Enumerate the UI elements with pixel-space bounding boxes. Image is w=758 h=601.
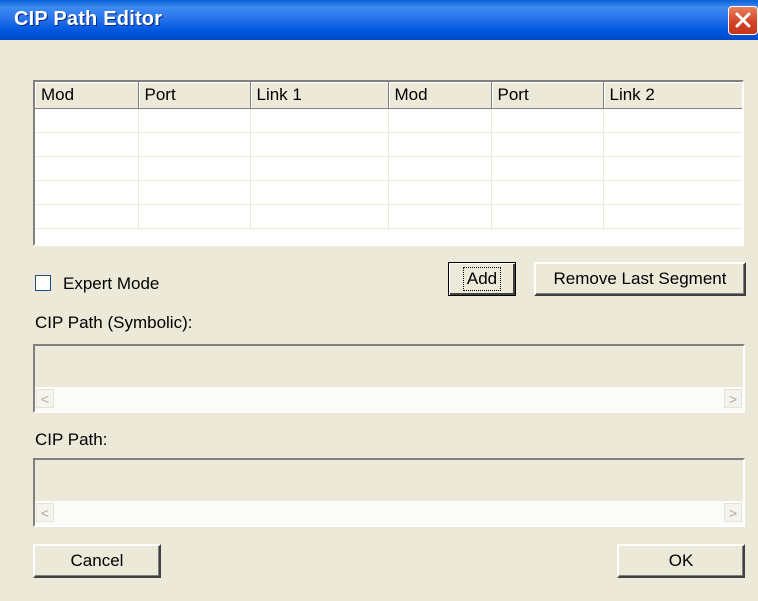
grid-cell[interactable] <box>491 156 604 181</box>
table-row[interactable] <box>35 204 742 229</box>
table-row[interactable] <box>35 108 742 133</box>
grid-cell[interactable] <box>250 156 389 181</box>
grid-cell[interactable] <box>388 180 492 205</box>
cancel-button-label: Cancel <box>70 551 124 570</box>
grid-cell[interactable] <box>491 132 604 157</box>
title-bar[interactable]: CIP Path Editor <box>0 0 758 40</box>
grid-cell[interactable] <box>491 204 604 229</box>
table-row[interactable] <box>35 132 742 157</box>
grid-cell[interactable] <box>603 204 742 229</box>
grid-cell[interactable] <box>388 156 492 181</box>
grid-cell[interactable] <box>603 180 742 205</box>
grid-cell[interactable] <box>35 204 139 229</box>
add-button-label: Add <box>462 267 502 291</box>
remove-last-segment-button[interactable]: Remove Last Segment <box>534 262 746 296</box>
chevron-left-icon[interactable]: < <box>36 503 54 522</box>
symbolic-horizontal-scrollbar[interactable]: < > <box>35 387 743 411</box>
grid-cell[interactable] <box>603 108 742 133</box>
chevron-left-icon[interactable]: < <box>36 389 54 408</box>
expert-mode-label[interactable]: Expert Mode <box>63 274 159 294</box>
cip-path-symbolic-field[interactable]: < > <box>33 344 745 413</box>
grid-cell[interactable] <box>250 132 389 157</box>
grid-cell[interactable] <box>388 108 492 133</box>
cip-path-field[interactable]: < > <box>33 458 745 527</box>
remove-last-segment-label: Remove Last Segment <box>553 269 727 288</box>
grid-cell[interactable] <box>603 132 742 157</box>
grid-cell[interactable] <box>250 204 389 229</box>
segment-grid[interactable]: Mod Port Link 1 Mod Port Link 2 <box>33 80 744 246</box>
path-horizontal-scrollbar[interactable]: < > <box>35 501 743 525</box>
table-row[interactable] <box>35 156 742 181</box>
column-header-port-2[interactable]: Port <box>491 82 604 109</box>
grid-cell[interactable] <box>138 204 251 229</box>
grid-header-row: Mod Port Link 1 Mod Port Link 2 <box>35 82 742 109</box>
grid-cell[interactable] <box>388 204 492 229</box>
column-header-link-1[interactable]: Link 1 <box>250 82 389 109</box>
grid-cell[interactable] <box>250 180 389 205</box>
expert-mode-checkbox[interactable] <box>35 275 51 291</box>
grid-cell[interactable] <box>250 108 389 133</box>
cip-path-editor-dialog: CIP Path Editor Mod Port Link 1 Mod Port… <box>0 0 758 601</box>
grid-cell[interactable] <box>491 108 604 133</box>
grid-cell[interactable] <box>138 108 251 133</box>
cancel-button[interactable]: Cancel <box>33 544 161 578</box>
grid-cell[interactable] <box>138 180 251 205</box>
add-button[interactable]: Add <box>448 262 516 296</box>
grid-cell[interactable] <box>35 156 139 181</box>
grid-cell[interactable] <box>138 156 251 181</box>
column-header-mod-1[interactable]: Mod <box>35 82 139 109</box>
grid-cell[interactable] <box>35 180 139 205</box>
cip-path-symbolic-label: CIP Path (Symbolic): <box>35 313 193 332</box>
table-row[interactable] <box>35 180 742 205</box>
grid-cell[interactable] <box>35 132 139 157</box>
column-header-port-1[interactable]: Port <box>138 82 251 109</box>
close-button[interactable] <box>728 6 758 35</box>
ok-button-label: OK <box>668 551 694 570</box>
close-icon <box>735 12 751 28</box>
chevron-right-icon[interactable]: > <box>724 389 742 408</box>
grid-cell[interactable] <box>388 132 492 157</box>
cip-path-label: CIP Path: <box>35 430 108 449</box>
window-title: CIP Path Editor <box>14 8 163 30</box>
ok-button[interactable]: OK <box>617 544 745 578</box>
grid-cell[interactable] <box>138 132 251 157</box>
column-header-mod-2[interactable]: Mod <box>388 82 492 109</box>
grid-cell[interactable] <box>603 156 742 181</box>
grid-cell[interactable] <box>491 180 604 205</box>
chevron-right-icon[interactable]: > <box>724 503 742 522</box>
grid-cell[interactable] <box>35 108 139 133</box>
column-header-link-2[interactable]: Link 2 <box>603 82 742 109</box>
